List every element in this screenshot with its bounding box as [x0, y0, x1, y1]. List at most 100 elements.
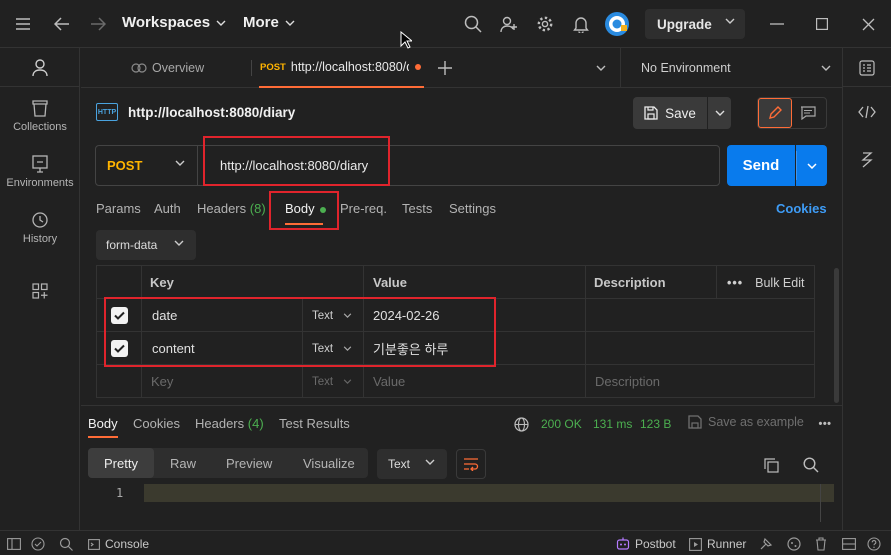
row-value[interactable]: 2024-02-26 — [364, 299, 586, 332]
row-value[interactable]: 기분좋은 하루 — [364, 332, 586, 365]
tab-headers[interactable]: Headers (8) — [197, 201, 266, 216]
body-mode-select[interactable]: form-data — [96, 230, 196, 260]
wrap-lines-button[interactable] — [456, 449, 486, 479]
toggle-sidebar-icon[interactable] — [6, 536, 22, 552]
edit-mode-button[interactable] — [758, 98, 792, 128]
search-icon[interactable] — [463, 14, 483, 34]
new-value-input[interactable]: Value — [364, 365, 586, 398]
save-dropdown-button[interactable] — [708, 97, 731, 129]
settings-gear-icon[interactable] — [535, 14, 555, 34]
environment-selector[interactable]: No Environment — [641, 48, 731, 88]
proxy-capture-icon[interactable] — [758, 536, 774, 552]
tab-body-label: Body — [285, 201, 315, 216]
row-type-select[interactable]: Text — [302, 299, 364, 332]
response-status[interactable]: 200 OK — [541, 417, 582, 431]
view-visualize[interactable]: Visualize — [303, 448, 355, 478]
response-tab-test-results[interactable]: Test Results — [279, 416, 350, 431]
response-tab-headers[interactable]: Headers (4) — [195, 416, 264, 431]
row-key[interactable]: content — [142, 332, 302, 365]
trash-icon[interactable] — [813, 536, 829, 552]
tab-overview[interactable]: Overview — [131, 48, 204, 88]
view-pretty[interactable]: Pretty — [88, 448, 154, 478]
save-as-example-button[interactable]: Save as example — [688, 415, 804, 429]
maximize-window-icon[interactable] — [812, 14, 832, 34]
cookies-jar-icon[interactable] — [786, 536, 802, 552]
tab-params[interactable]: Params — [96, 201, 141, 216]
forward-arrow-icon[interactable] — [88, 14, 108, 34]
send-dropdown-button[interactable] — [796, 145, 827, 186]
response-more-options-icon[interactable]: ••• — [816, 416, 834, 432]
new-type-select[interactable]: Text — [302, 365, 364, 398]
notifications-bell-icon[interactable] — [571, 14, 591, 34]
runner-button[interactable]: Runner — [689, 537, 746, 551]
response-tab-cookies[interactable]: Cookies — [133, 416, 180, 431]
send-button[interactable]: Send — [727, 145, 795, 186]
globe-icon[interactable] — [512, 415, 530, 433]
configure-workbench-icon[interactable] — [30, 281, 50, 301]
new-tab-plus-icon[interactable] — [435, 58, 455, 78]
response-divider[interactable] — [81, 405, 842, 406]
back-arrow-icon[interactable] — [52, 14, 72, 34]
invite-user-icon[interactable] — [499, 14, 519, 34]
copy-icon[interactable] — [761, 455, 781, 475]
row-enabled-checkbox[interactable] — [97, 332, 142, 365]
more-menu[interactable]: More — [243, 14, 295, 31]
close-window-icon[interactable] — [858, 14, 878, 34]
request-scrollbar[interactable] — [834, 268, 839, 403]
tab-auth[interactable]: Auth — [154, 201, 181, 216]
sidebar-item-environments[interactable]: Environments — [0, 155, 80, 189]
user-profile-icon[interactable] — [30, 58, 50, 78]
tab-tests[interactable]: Tests — [402, 201, 432, 216]
tabs-dropdown-icon[interactable] — [591, 58, 611, 78]
view-raw[interactable]: Raw — [170, 448, 196, 478]
chevron-down-icon — [343, 346, 352, 351]
console-button[interactable]: Console — [88, 537, 149, 551]
response-time[interactable]: 131 ms — [593, 417, 632, 431]
bulk-edit-button[interactable]: ••• Bulk Edit — [716, 266, 814, 299]
new-key-input[interactable]: Key — [142, 365, 302, 398]
tab-request[interactable]: POST http://localhost:8080/d — [259, 48, 424, 88]
response-scrollbar[interactable] — [820, 484, 821, 522]
checkmark-icon — [113, 311, 125, 320]
workspaces-menu[interactable]: Workspaces — [122, 14, 226, 31]
code-snippet-icon[interactable] — [857, 102, 877, 122]
row-key[interactable]: date — [142, 299, 302, 332]
minimize-window-icon[interactable] — [767, 14, 787, 34]
sidebar-item-collections[interactable]: Collections — [0, 99, 80, 133]
two-pane-view-icon[interactable] — [841, 536, 857, 552]
upgrade-button[interactable]: Upgrade — [645, 9, 745, 39]
postbot-button[interactable]: Postbot — [616, 537, 676, 551]
menu-icon[interactable] — [12, 14, 34, 34]
search-response-icon[interactable] — [801, 455, 821, 475]
column-header-value: Value — [364, 266, 586, 299]
environment-quicklook-icon[interactable] — [857, 58, 877, 78]
tab-body[interactable]: Body — [285, 201, 326, 216]
save-button[interactable]: Save — [633, 97, 707, 129]
headers-count: (8) — [249, 201, 266, 216]
response-tab-body[interactable]: Body — [88, 416, 118, 431]
avatar[interactable] — [604, 11, 630, 37]
new-description-input[interactable]: Description — [586, 365, 814, 398]
response-size[interactable]: 123 B — [640, 417, 671, 431]
more-label: More — [243, 14, 279, 31]
response-format-select[interactable]: Text — [377, 449, 447, 479]
tab-prerequest[interactable]: Pre-req. — [340, 201, 387, 216]
row-type-select[interactable]: Text — [302, 332, 364, 365]
related-collections-icon[interactable] — [857, 150, 877, 170]
sidebar-item-history[interactable]: History — [0, 211, 80, 245]
view-preview[interactable]: Preview — [226, 448, 272, 478]
url-input[interactable]: http://localhost:8080/diary — [220, 158, 368, 173]
row-description[interactable] — [586, 332, 814, 365]
comments-icon[interactable] — [798, 103, 818, 123]
tab-settings[interactable]: Settings — [449, 201, 496, 216]
row-description[interactable] — [586, 299, 814, 332]
request-name[interactable]: http://localhost:8080/diary — [128, 105, 295, 120]
response-code-line[interactable] — [144, 484, 834, 502]
method-select[interactable]: POST — [96, 146, 198, 185]
online-status-icon[interactable] — [30, 536, 46, 552]
chevron-down-icon[interactable] — [816, 58, 836, 78]
find-replace-icon[interactable] — [58, 536, 74, 552]
row-enabled-checkbox[interactable] — [97, 299, 142, 332]
cookies-link[interactable]: Cookies — [776, 201, 827, 216]
help-icon[interactable] — [866, 536, 882, 552]
